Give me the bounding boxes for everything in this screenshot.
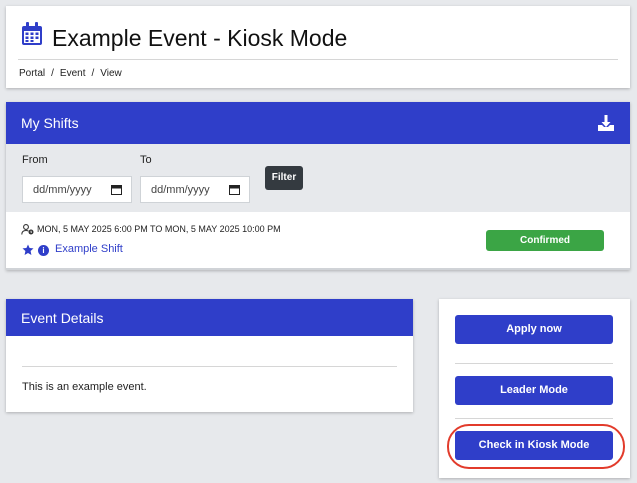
to-date-input[interactable]: dd/mm/yyyy [140,176,250,203]
shift-filter-bar: From To dd/mm/yyyy dd/mm/yyyy Filter [6,144,630,212]
download-icon[interactable] [597,114,615,132]
from-label: From [22,154,48,166]
breadcrumb-separator: / [51,68,54,79]
from-date-input[interactable]: dd/mm/yyyy [22,176,132,203]
event-details-panel: Event Details This is an example event. [6,299,413,412]
info-icon[interactable]: i [38,245,49,256]
status-badge: Confirmed [486,230,604,251]
apply-now-button[interactable]: Apply now [455,315,613,344]
breadcrumb-portal[interactable]: Portal [19,68,45,79]
my-shifts-title: My Shifts [21,115,79,131]
event-details-header: Event Details [6,299,413,336]
shift-divider [6,268,630,270]
shift-name-link[interactable]: Example Shift [55,243,123,255]
event-details-divider [22,366,397,367]
breadcrumb-view: View [100,68,122,79]
from-date-placeholder: dd/mm/yyyy [33,184,92,196]
breadcrumb-separator: / [91,68,95,79]
to-label: To [140,154,152,166]
calendar-picker-icon[interactable] [111,184,122,195]
my-shifts-panel: My Shifts From To dd/mm/yyyy dd/mm/yyyy … [6,102,630,270]
leader-mode-button[interactable]: Leader Mode [455,376,613,405]
shift-datetime: MON, 5 MAY 2025 6:00 PM TO MON, 5 MAY 20… [37,224,281,234]
user-clock-icon [21,224,34,235]
filter-button[interactable]: Filter [265,166,303,190]
page-title: Example Event - Kiosk Mode [52,25,348,51]
calendar-icon [22,22,42,45]
event-description: This is an example event. [22,381,147,393]
shift-list-item: MON, 5 MAY 2025 6:00 PM TO MON, 5 MAY 20… [6,212,630,270]
breadcrumb-event[interactable]: Event [60,68,86,79]
actions-divider [455,418,613,419]
actions-divider [455,363,613,364]
header-divider [18,59,618,60]
kiosk-highlight-circle [447,424,625,469]
my-shifts-header: My Shifts [6,102,630,144]
breadcrumb: Portal / Event / View [19,68,122,79]
to-date-placeholder: dd/mm/yyyy [151,184,210,196]
page-header: Example Event - Kiosk Mode Portal / Event /… [6,6,630,88]
calendar-picker-icon[interactable] [229,184,240,195]
event-details-title: Event Details [21,310,104,326]
star-icon [22,244,34,255]
